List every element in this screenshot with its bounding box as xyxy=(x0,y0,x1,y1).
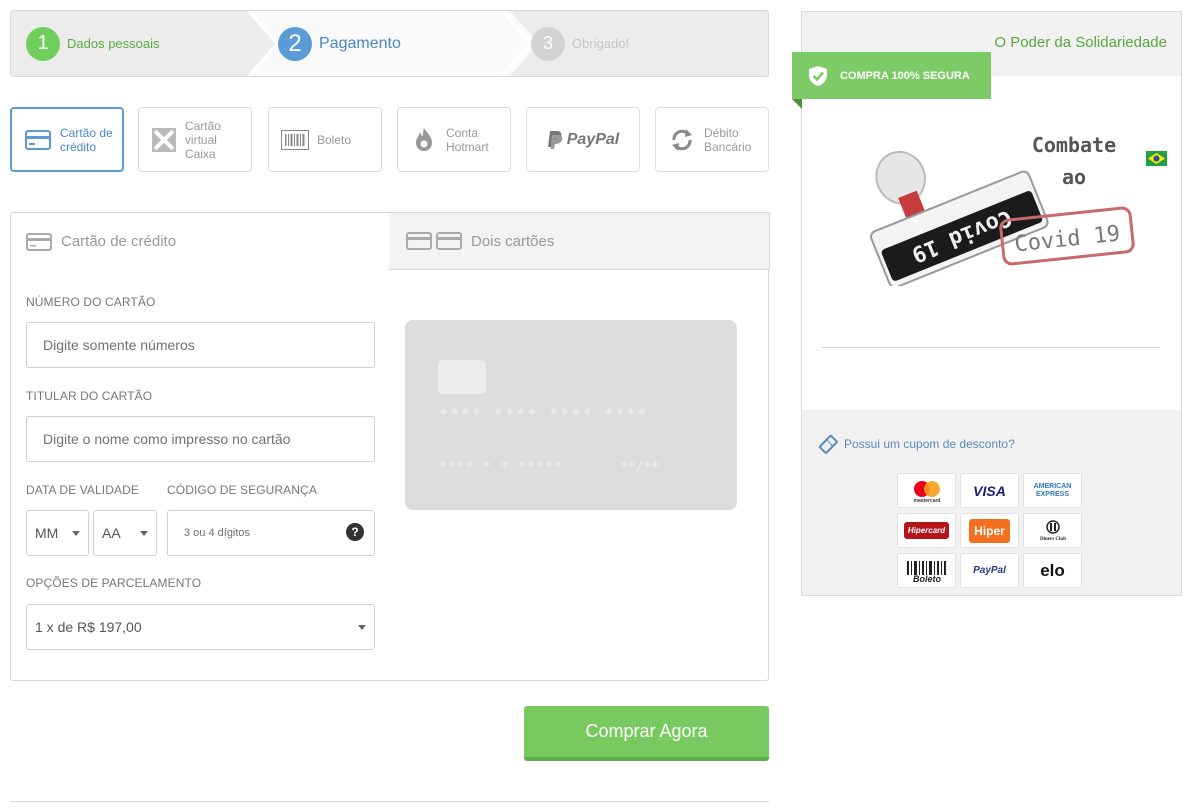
hipercard-logo: Hipercard xyxy=(897,513,956,548)
method-paypal[interactable]: PayPal xyxy=(526,107,640,172)
method-label: Caixa xyxy=(184,146,216,161)
badge-fold xyxy=(792,99,802,109)
card-holder-input[interactable] xyxy=(26,416,375,462)
installments-select[interactable]: 1 x de R$ 197,00 xyxy=(26,604,375,650)
barcode-icon xyxy=(281,129,309,150)
card-chip-icon xyxy=(438,360,486,394)
step-pagamento: 2 Pagamento xyxy=(278,11,401,76)
tab-label: Dois cartões xyxy=(471,232,555,250)
card-holder-label: TITULAR DO CARTÃO xyxy=(26,389,153,403)
method-label: Cartão de xyxy=(60,125,113,140)
product-title: O Poder da Solidariedade xyxy=(994,34,1167,51)
credit-card-icon xyxy=(26,232,52,251)
product-image: Covid 19 Combate ao Covid 19 xyxy=(870,133,1135,286)
caixa-icon xyxy=(151,127,177,152)
boleto-logo: Boleto xyxy=(897,553,956,588)
method-caixa-virtual[interactable]: Cartão virtual Caixa xyxy=(138,107,252,172)
diners-club-logo: Diners Club xyxy=(1023,513,1082,548)
hotmart-flame-icon xyxy=(410,127,438,153)
paypal-logo: PayPal xyxy=(960,553,1019,588)
card-number-input[interactable] xyxy=(26,322,375,368)
buy-now-button[interactable]: Comprar Agora xyxy=(524,706,769,761)
svg-text:Boleto: Boleto xyxy=(913,574,942,584)
method-label: Conta xyxy=(446,125,479,140)
svg-text:Diners Club: Diners Club xyxy=(1040,537,1066,542)
installments-label: OPÇÕES DE PARCELAMENTO xyxy=(26,576,202,590)
image-text: Combate xyxy=(1032,133,1116,157)
coupon-label: Possui um cupom de desconto? xyxy=(844,437,1015,451)
select-value: 1 x de R$ 197,00 xyxy=(35,619,142,635)
refresh-icon xyxy=(668,128,696,152)
credit-card-icon xyxy=(24,129,52,150)
card-preview-number: **** **** **** **** xyxy=(439,405,649,423)
tab-credit-card[interactable]: Cartão de crédito xyxy=(10,212,390,270)
method-label: Bancário xyxy=(704,139,752,154)
image-text: ao xyxy=(1062,165,1086,189)
mastercard-logo: mastercard xyxy=(897,473,956,508)
hiper-logo: Hiper xyxy=(960,513,1019,548)
step-label: Pagamento xyxy=(319,34,401,52)
order-summary-panel: O Poder da Solidariedade Covid 19 Combat… xyxy=(792,11,1182,596)
method-label: crédito xyxy=(60,139,97,154)
svg-text:mastercard: mastercard xyxy=(913,498,940,504)
method-boleto[interactable]: Boleto xyxy=(268,107,382,172)
method-label: PayPal xyxy=(566,130,620,148)
method-label: Hotmart xyxy=(446,139,489,154)
method-hotmart[interactable]: Conta Hotmart xyxy=(397,107,511,172)
card-preview-expiry: **/** xyxy=(620,460,660,475)
step-number: 2 xyxy=(278,26,312,61)
cvv-label: CÓDIGO DE SEGURANÇA xyxy=(167,483,317,497)
cvv-input[interactable] xyxy=(167,510,375,556)
two-cards-icon xyxy=(406,232,462,250)
step-chevron xyxy=(501,11,531,76)
divider xyxy=(10,801,769,802)
card-number-label: NÚMERO DO CARTÃO xyxy=(26,295,156,309)
secure-badge-label: COMPRA 100% SEGURA xyxy=(840,69,970,82)
step-dados-pessoais[interactable]: 1 Dados pessoais xyxy=(26,11,160,76)
card-preview: **** **** **** **** **** * * ***** **/** xyxy=(405,320,737,510)
chevron-down-icon xyxy=(358,625,366,630)
coupon-link[interactable]: Possui um cupom de desconto? xyxy=(818,434,1015,454)
step-label: Obrigado! xyxy=(572,36,630,51)
expiry-label: DATA DE VALIDADE xyxy=(26,483,139,497)
step-number: 1 xyxy=(26,26,60,61)
help-icon[interactable]: ? xyxy=(346,523,364,541)
method-debito-bancario[interactable]: Débito Bancário xyxy=(655,107,769,172)
select-value: MM xyxy=(35,525,59,541)
expiry-year-select[interactable]: AA xyxy=(93,510,157,556)
elo-logo: elo xyxy=(1023,553,1082,588)
divider xyxy=(822,347,1160,348)
chevron-down-icon xyxy=(140,531,148,536)
ticket-icon xyxy=(818,434,838,454)
paypal-icon xyxy=(547,130,563,150)
step-label: Dados pessoais xyxy=(67,36,160,51)
product-image-area: Covid 19 Combate ao Covid 19 xyxy=(802,76,1181,410)
expiry-month-select[interactable]: MM xyxy=(26,510,89,556)
method-label: Cartão virtual xyxy=(184,118,221,147)
method-credit-card[interactable]: Cartão de crédito xyxy=(10,107,124,172)
amex-logo: AMERICAN EXPRESS xyxy=(1023,473,1082,508)
method-label: Débito xyxy=(704,125,739,140)
tab-two-cards[interactable]: Dois cartões xyxy=(389,212,770,270)
card-preview-name: **** * * ***** xyxy=(439,460,563,475)
chevron-down-icon xyxy=(72,531,80,536)
step-obrigado: 3 Obrigado! xyxy=(531,11,629,76)
tab-label: Cartão de crédito xyxy=(61,233,177,250)
payment-brands: mastercard VISA AMERICAN EXPRESS Hiperca… xyxy=(897,473,1083,588)
checkout-steps: 1 Dados pessoais 2 Pagamento 3 Obrigado! xyxy=(10,10,769,77)
method-label: Boleto xyxy=(317,132,352,147)
step-number: 3 xyxy=(531,26,565,61)
shield-check-icon xyxy=(808,65,828,87)
step-chevron xyxy=(247,11,277,76)
visa-logo: VISA xyxy=(960,473,1019,508)
select-value: AA xyxy=(102,525,121,541)
secure-purchase-badge: COMPRA 100% SEGURA xyxy=(792,52,991,99)
